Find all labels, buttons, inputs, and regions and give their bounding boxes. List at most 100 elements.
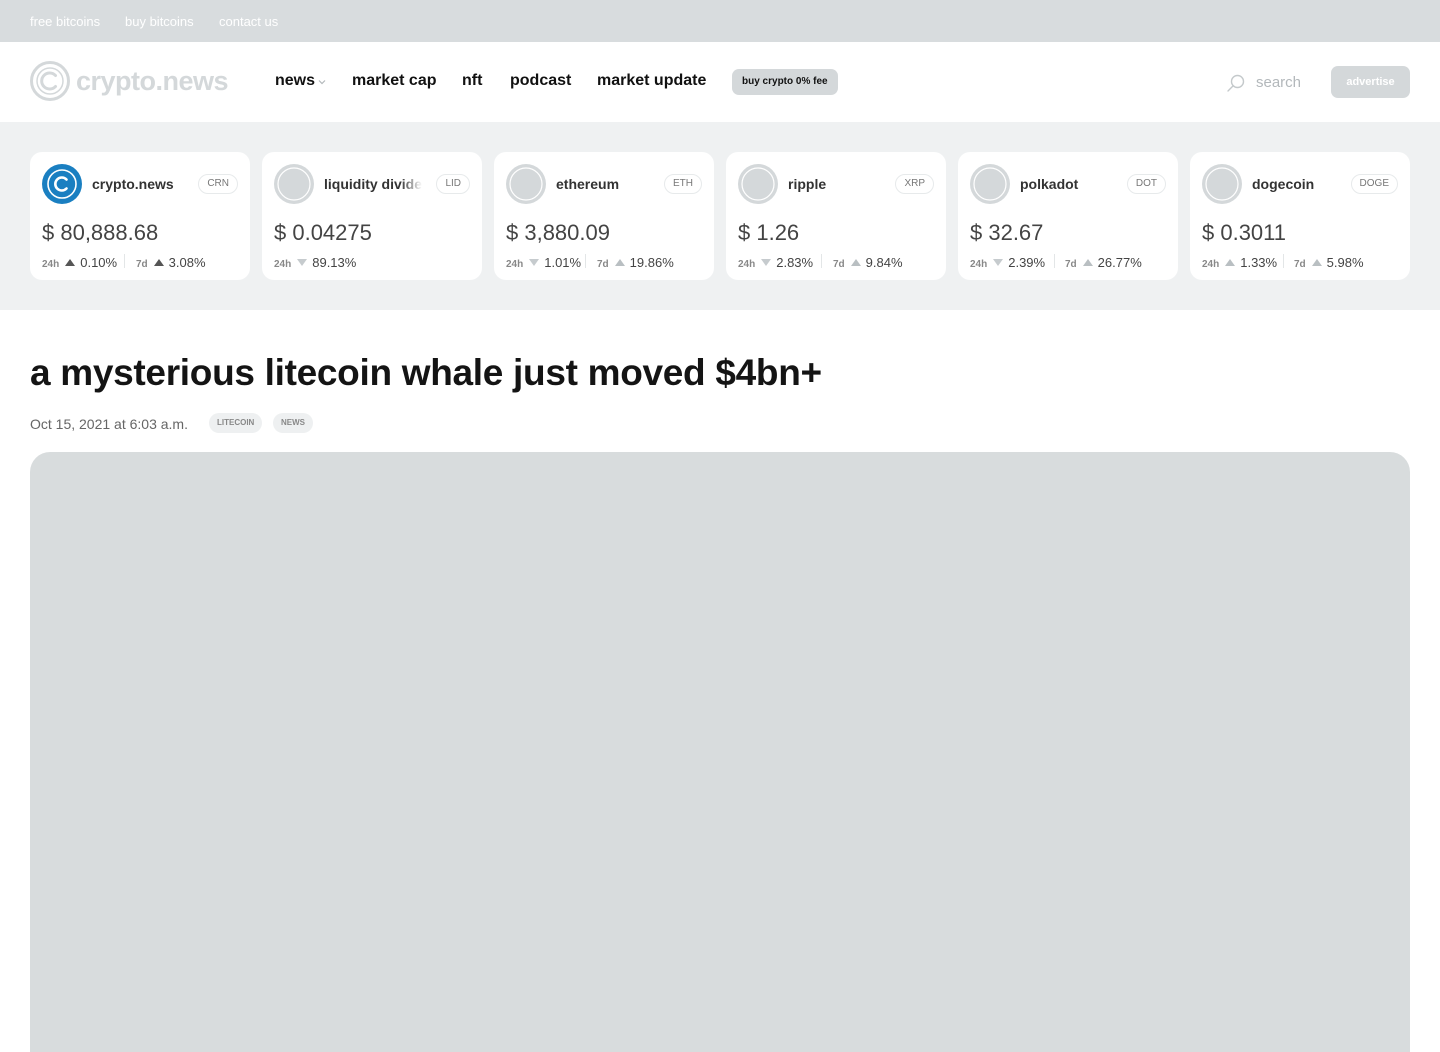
change-7d-label: 7d (1294, 259, 1306, 270)
change-7d: 7d 5.98% (1294, 254, 1364, 270)
change-7d: 7d 26.77% (1065, 254, 1142, 270)
change-7d-value: 19.86% (629, 255, 674, 270)
divider (124, 254, 125, 268)
coin-card-lid[interactable]: liquidity dividends LID $ 0.04275 24h 89.… (262, 152, 482, 280)
contact-us-link[interactable]: contact us (219, 14, 278, 29)
coin-name: ethereum (556, 176, 620, 192)
nav-podcast[interactable]: podcast (510, 72, 571, 90)
coin-card-doge[interactable]: dogecoin DOGE $ 0.3011 24h 1.33% 7d 5.98% (1190, 152, 1410, 280)
arrow-up-icon (614, 259, 625, 266)
nav-nft[interactable]: nft (462, 72, 482, 90)
buy-crypto-button[interactable]: buy crypto 0% fee (732, 69, 838, 95)
coin-symbol: DOT (1126, 174, 1166, 194)
change-24h-label: 24h (738, 259, 756, 270)
arrow-up-icon (1311, 259, 1322, 266)
coin-placeholder-icon (274, 164, 314, 204)
coin-name: polkadot (1020, 176, 1079, 192)
site-logo[interactable]: crypto.news (30, 61, 230, 103)
coin-card-eth[interactable]: ethereum ETH $ 3,880.09 24h 1.01% 7d 19.86… (494, 152, 714, 280)
change-7d: 7d 9.84% (833, 254, 903, 270)
change-7d: 7d 19.86% (597, 254, 674, 270)
buy-bitcoins-link[interactable]: buy bitcoins (125, 14, 194, 29)
search-icon (1227, 74, 1245, 92)
coin-price: $ 80,888.68 (42, 220, 159, 245)
article-title: a mysterious litecoin whale just moved $… (30, 352, 822, 393)
coin-price: $ 1.26 (738, 220, 800, 245)
arrow-down-icon (761, 259, 772, 266)
crypto-news-coin-icon (42, 164, 82, 204)
divider (1283, 254, 1284, 268)
coin-name: ripple (788, 176, 827, 192)
change-24h-value: 1.33% (1240, 255, 1278, 270)
arrow-up-icon (850, 259, 861, 266)
change-7d: 7d 3.08% (136, 254, 206, 270)
divider (585, 254, 586, 268)
coin-symbol: CRN (198, 174, 238, 194)
nav-market-update[interactable]: market update (597, 72, 706, 90)
arrow-down-icon (529, 259, 540, 266)
nav-market-cap[interactable]: market cap (352, 72, 437, 90)
change-24h-value: 2.83% (776, 255, 814, 270)
coin-placeholder-icon (506, 164, 546, 204)
change-24h-label: 24h (506, 259, 524, 270)
coin-placeholder-icon (738, 164, 778, 204)
coin-price: $ 0.3011 (1202, 220, 1287, 245)
change-24h: 24h 1.33% (1202, 254, 1278, 270)
coin-name: liquidity dividends (324, 176, 422, 192)
change-24h: 24h 2.83% (738, 254, 814, 270)
coin-card-crn[interactable]: crypto.news CRN $ 80,888.68 24h 0.10% 7d 3… (30, 152, 250, 280)
coin-symbol: LID (436, 174, 470, 194)
coin-name: crypto.news (92, 176, 174, 192)
change-7d-label: 7d (136, 259, 148, 270)
price-ticker: crypto.news CRN $ 80,888.68 24h 0.10% 7d 3… (0, 122, 1440, 310)
coin-price: $ 32.67 (970, 220, 1044, 245)
change-7d-value: 3.08% (168, 255, 206, 270)
top-utility-bar: free bitcoins buy bitcoins contact us (0, 0, 1440, 42)
change-24h-value: 89.13% (312, 255, 357, 270)
change-7d-label: 7d (597, 259, 609, 270)
site-header: crypto.news news market cap nft podcast … (0, 42, 1440, 122)
change-24h: 24h 0.10% (42, 254, 118, 270)
change-7d-value: 26.77% (1097, 255, 1142, 270)
tag-news[interactable]: NEWS (273, 413, 313, 433)
change-7d-label: 7d (833, 259, 845, 270)
coin-symbol: XRP (895, 174, 934, 194)
change-24h-value: 1.01% (544, 255, 582, 270)
arrow-up-icon (1225, 259, 1236, 266)
coin-card-dot[interactable]: polkadot DOT $ 32.67 24h 2.39% 7d 26.77% (958, 152, 1178, 280)
arrow-up-icon (1082, 259, 1093, 266)
change-24h-value: 2.39% (1008, 255, 1046, 270)
change-24h-label: 24h (42, 259, 60, 270)
coin-card-xrp[interactable]: ripple XRP $ 1.26 24h 2.83% 7d 9.84% (726, 152, 946, 280)
divider (1054, 254, 1055, 268)
arrow-down-icon (297, 259, 308, 266)
article-date: Oct 15, 2021 at 6:03 a.m. (30, 416, 188, 432)
coin-symbol: ETH (664, 174, 702, 194)
logo-text: crypto.news (76, 66, 229, 96)
divider (821, 254, 822, 268)
arrow-down-icon (993, 259, 1004, 266)
search-label: search (1256, 74, 1302, 91)
change-24h-label: 24h (970, 259, 988, 270)
coin-placeholder-icon (1202, 164, 1242, 204)
search-button[interactable]: search (1226, 72, 1316, 94)
arrow-up-icon (65, 259, 76, 266)
change-24h-label: 24h (1202, 259, 1220, 270)
coin-symbol: DOGE (1350, 174, 1398, 194)
change-24h: 24h 89.13% (274, 254, 357, 270)
coin-placeholder-icon (970, 164, 1010, 204)
nav-news[interactable]: news (275, 72, 315, 90)
free-bitcoins-link[interactable]: free bitcoins (30, 14, 100, 29)
change-24h: 24h 1.01% (506, 254, 582, 270)
advertise-button[interactable]: advertise (1331, 66, 1410, 98)
tag-litecoin[interactable]: LITECOIN (209, 413, 263, 433)
chevron-down-icon[interactable] (318, 78, 326, 86)
change-24h-value: 0.10% (80, 255, 118, 270)
logo-icon (30, 61, 70, 101)
arrow-up-icon (153, 259, 164, 266)
change-7d-label: 7d (1065, 259, 1077, 270)
coin-name: dogecoin (1252, 176, 1315, 192)
article-hero-image (30, 452, 1410, 1052)
change-24h: 24h 2.39% (970, 254, 1046, 270)
change-24h-label: 24h (274, 259, 292, 270)
